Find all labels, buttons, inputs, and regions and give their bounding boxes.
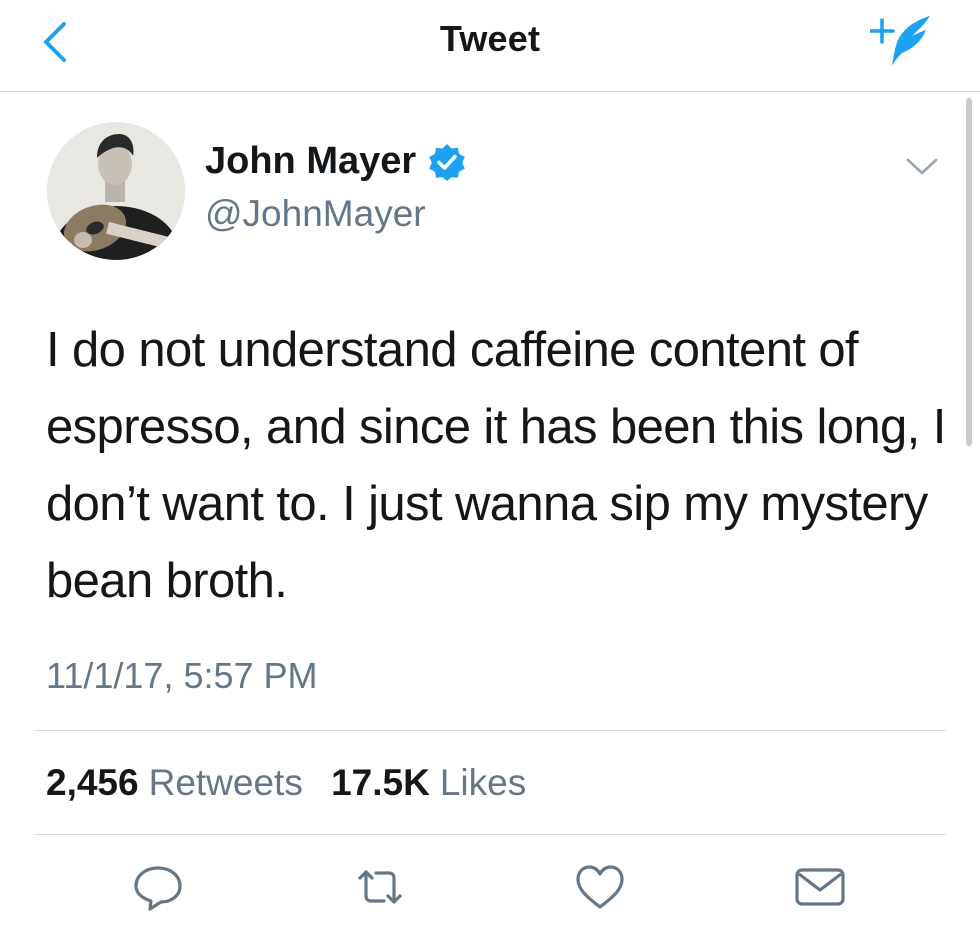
share-button[interactable]: [792, 862, 848, 912]
divider: [34, 730, 946, 731]
tweet-timestamp: 11/1/17, 5:57 PM: [46, 655, 318, 696]
scrollbar[interactable]: [966, 98, 972, 446]
tweet-text: I do not understand caffeine content of …: [46, 323, 946, 608]
like-button[interactable]: [572, 862, 628, 912]
likes-stat[interactable]: 17.5K Likes: [331, 762, 544, 803]
retweets-count: 2,456: [46, 762, 139, 803]
retweet-icon: [358, 870, 402, 904]
reply-icon: [134, 866, 182, 911]
avatar-photo-icon: [47, 122, 185, 260]
like-icon: [576, 865, 624, 909]
likes-count: 17.5K: [331, 762, 430, 803]
tweet-stats: 2,456 Retweets 17.5K Likes: [46, 762, 544, 804]
likes-label: Likes: [439, 762, 527, 803]
compose-button[interactable]: [869, 14, 936, 70]
reply-button[interactable]: [130, 862, 186, 912]
author-handle[interactable]: @JohnMayer: [205, 193, 426, 235]
avatar[interactable]: [47, 122, 185, 260]
nav-bar: Tweet: [0, 0, 980, 92]
tweet-options-button[interactable]: [905, 156, 939, 178]
verified-badge-icon: [428, 143, 466, 181]
compose-tweet-icon: [869, 16, 930, 66]
author-name[interactable]: John Mayer: [205, 140, 466, 183]
chevron-down-icon: [906, 158, 938, 175]
page-title: Tweet: [439, 18, 541, 59]
retweet-button[interactable]: [352, 862, 408, 912]
share-icon: [795, 868, 845, 906]
retweets-label: Retweets: [148, 762, 303, 803]
retweets-stat[interactable]: 2,456 Retweets: [46, 762, 331, 803]
author-name-text: John Mayer: [205, 140, 417, 182]
divider: [34, 834, 946, 835]
